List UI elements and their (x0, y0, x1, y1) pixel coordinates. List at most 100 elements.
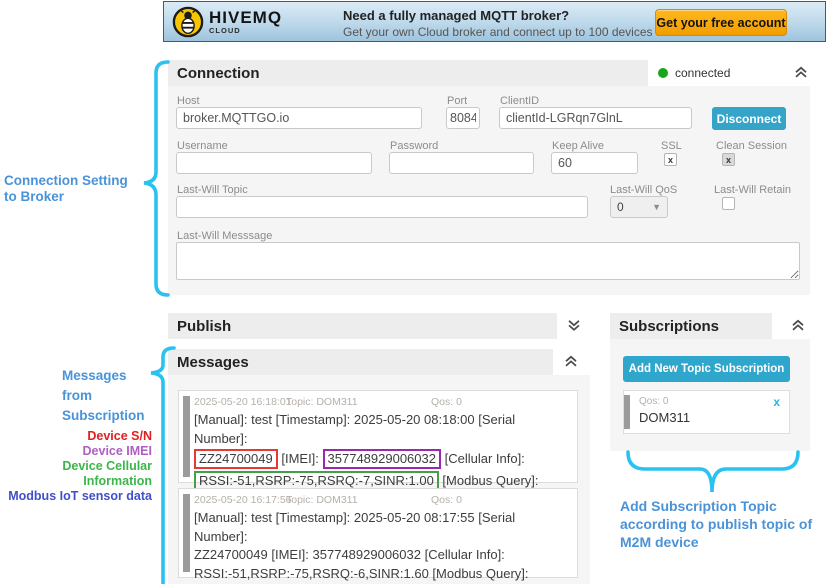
ssl-checkbox[interactable]: x (664, 153, 677, 166)
banner-copy: Need a fully managed MQTT broker? Get yo… (343, 8, 697, 39)
banner-headline: Need a fully managed MQTT broker? (343, 8, 697, 23)
annotation-line: Messages (62, 366, 145, 386)
keepalive-label: Keep Alive (552, 140, 604, 152)
add-subscription-topic-annotation: Add Subscription Topic according to publ… (620, 497, 827, 551)
messages-collapse-icon[interactable] (563, 353, 579, 369)
clientid-label: ClientID (500, 95, 539, 107)
subscription-topic: DOM311 (639, 410, 690, 425)
publish-title: Publish (168, 318, 231, 335)
disconnect-button[interactable]: Disconnect (712, 107, 786, 130)
message-payload-line: RSSI:-51,RSRP:-75,RSRQ:-6,SINR:1.60 [Mod… (194, 565, 571, 584)
port-label: Port (447, 95, 467, 107)
get-free-account-button[interactable]: Get your free account (655, 9, 787, 36)
subscription-accent-bar (624, 395, 630, 429)
add-topic-subscription-button[interactable]: Add New Topic Subscription (623, 356, 790, 382)
payload-text: [Manual]: test [Timestamp]: 2025-05-20 0… (194, 412, 519, 446)
message-topic: Topic: DOM311 (286, 396, 358, 408)
messages-list: 2025-05-20 16:18:01 Topic: DOM311 Qos: 0… (168, 375, 590, 584)
clean-session-checkbox[interactable]: x (722, 153, 735, 166)
subscription-qos: Qos: 0 (639, 396, 668, 407)
connection-title: Connection (168, 65, 260, 82)
subscriptions-header: Subscriptions (610, 313, 810, 339)
payload-text: [IMEI]: (268, 547, 313, 562)
lastwill-topic-input[interactable] (176, 196, 588, 218)
serial-number-highlight: ZZ24700049 (194, 449, 278, 469)
lastwill-message-textarea[interactable] (176, 242, 800, 280)
annotation-line: to Broker (4, 189, 128, 205)
subscriptions-title: Subscriptions (610, 318, 719, 335)
keepalive-input[interactable] (551, 152, 638, 174)
payload-text: [Manual]: test [Timestamp]: 2025-05-20 0… (194, 510, 519, 544)
connection-collapse-icon[interactable] (793, 64, 809, 80)
message-payload-line: ZZ24700049 [IMEI]: 357748929006032 [Cell… (194, 448, 571, 470)
hivemq-logo-subtitle: CLOUD (209, 27, 282, 35)
message-meta: 2025-05-20 16:17:56 Topic: DOM311 Qos: 0 (179, 494, 577, 509)
annotation-line: according to publish topic of (620, 515, 827, 533)
subscription-item: Qos: 0 x DOM311 (623, 390, 790, 434)
lastwill-topic-label: Last-Will Topic (177, 184, 248, 196)
message-timestamp: 2025-05-20 16:17:56 (194, 494, 292, 506)
payload-text: [IMEI]: (278, 451, 323, 466)
payload-text: [Modbus Query]: (429, 566, 529, 581)
connection-brace (144, 62, 168, 295)
lastwill-qos-value: 0 (617, 200, 624, 214)
lastwill-message-label: Last-Will Messsage (177, 230, 272, 242)
message-item: 2025-05-20 16:17:56 Topic: DOM311 Qos: 0… (178, 488, 578, 578)
connection-header-bar: Connection (168, 60, 648, 86)
messages-from-subscription-annotation: Messages from Subscription (62, 366, 145, 426)
message-timestamp: 2025-05-20 16:18:01 (194, 396, 292, 408)
subscription-close-icon[interactable]: x (773, 395, 780, 409)
clientid-input[interactable] (499, 107, 692, 129)
connection-status: connected (648, 60, 810, 86)
hivemq-logotype: HIVEMQ CLOUD (209, 9, 282, 35)
password-input[interactable] (389, 152, 534, 174)
lastwill-retain-checkbox[interactable] (722, 197, 735, 210)
username-label: Username (177, 140, 228, 152)
annotation-line: Subscription (62, 406, 145, 426)
device-imei-label: Device IMEI (2, 444, 152, 459)
payload-text: [Cellular Info]: (421, 547, 505, 562)
publish-expand-icon[interactable] (566, 317, 582, 333)
imei-highlight: 357748929006032 (323, 449, 441, 469)
payload-legend-annotation: Device S/N Device IMEI Device Cellular I… (2, 429, 152, 504)
payload-text: [Cellular Info]: (441, 451, 525, 466)
payload-text: [Modbus Query]: (439, 473, 539, 488)
lastwill-retain-label: Last-Will Retain (714, 184, 791, 196)
subscriptions-header-bar: Subscriptions (610, 313, 772, 339)
payload-text: RSSI:-51,RSRP:-75,RSRQ:-6,SINR:1.60 (194, 566, 429, 581)
message-payload-line: [Manual]: test [Timestamp]: 2025-05-20 0… (194, 509, 571, 546)
dropdown-caret-icon: ▼ (652, 202, 661, 212)
lastwill-qos-select[interactable]: 0 ▼ (610, 196, 668, 218)
ssl-label: SSL (661, 140, 682, 152)
annotation-line: M2M device (620, 533, 827, 551)
hivemq-bee-logo-icon (172, 6, 204, 38)
payload-text: 357748929006032 (313, 547, 421, 562)
host-label: Host (177, 95, 200, 107)
publish-header-bar: Publish (168, 313, 557, 339)
host-input[interactable] (176, 107, 422, 129)
password-label: Password (390, 140, 438, 152)
annotation-line: from (62, 386, 145, 406)
modbus-data-label: Modbus IoT sensor data (2, 489, 152, 504)
banner-subheadline: Get your own Cloud broker and connect up… (343, 25, 697, 39)
publish-header: Publish (168, 313, 590, 339)
messages-header-bar: Messages (168, 349, 553, 375)
message-payload-line: [Manual]: test [Timestamp]: 2025-05-20 0… (194, 411, 571, 448)
username-input[interactable] (176, 152, 372, 174)
lastwill-qos-label: Last-Will QoS (610, 184, 677, 196)
connection-setting-annotation: Connection Setting to Broker (4, 173, 128, 205)
message-payload-line: ZZ24700049 [IMEI]: 357748929006032 [Cell… (194, 546, 571, 565)
device-cellular-label: Device Cellular Information (2, 459, 152, 489)
clean-session-label: Clean Session (716, 140, 787, 152)
connected-status-label: connected (675, 66, 730, 80)
annotation-line: Add Subscription Topic (620, 497, 827, 515)
subscription-underbrace (628, 452, 798, 492)
port-input[interactable] (446, 107, 480, 129)
subscriptions-collapse-icon[interactable] (790, 317, 806, 333)
device-sn-label: Device S/N (2, 429, 152, 444)
messages-header: Messages (168, 349, 590, 375)
message-topic: Topic: DOM311 (286, 494, 358, 506)
annotated-mqtt-client-screenshot: HIVEMQ CLOUD Need a fully managed MQTT b… (0, 0, 827, 584)
connected-status-dot (658, 68, 668, 78)
annotation-line: Connection Setting (4, 173, 128, 189)
